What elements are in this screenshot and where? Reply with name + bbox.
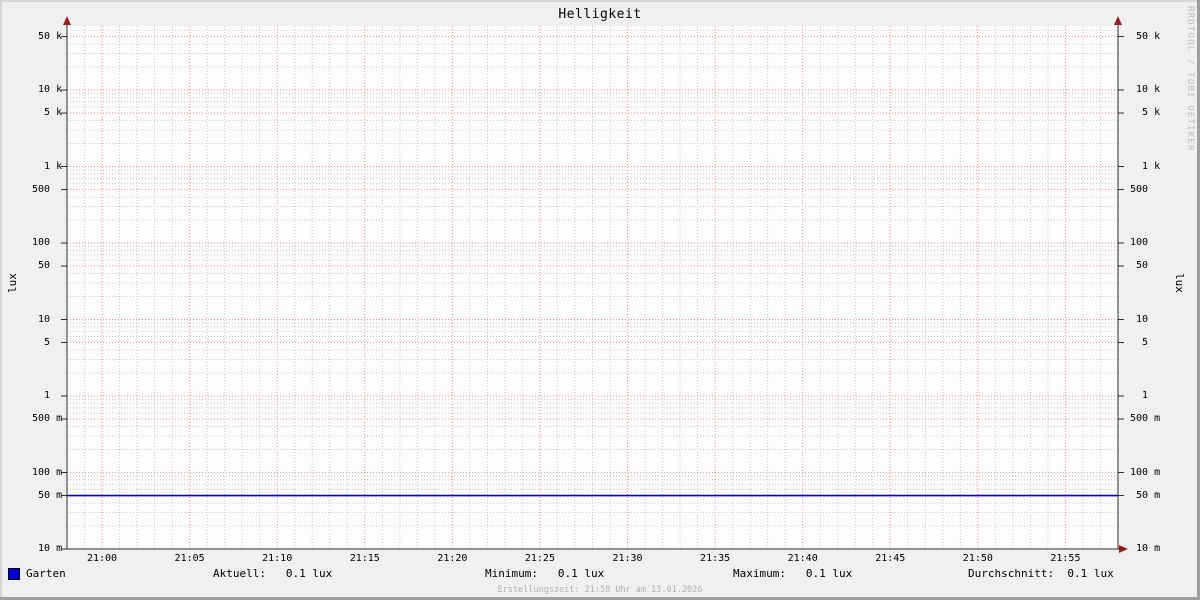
- bevel-top: [0, 0, 1200, 2]
- y-tick-label-left: 5: [32, 336, 63, 348]
- x-tick-label: 21:40: [787, 553, 818, 564]
- y-axis-label-right: lux: [1173, 273, 1186, 293]
- x-tick-label: 21:50: [962, 553, 993, 564]
- x-tick-label: 21:35: [700, 553, 731, 564]
- x-tick-label: 21:20: [437, 553, 468, 564]
- y-tick-label-right: 500: [1130, 183, 1161, 195]
- stat-minimum: Minimum: 0.1 lux: [485, 567, 605, 580]
- x-tick-label: 21:45: [875, 553, 906, 564]
- page-title: Helligkeit: [558, 7, 642, 22]
- y-tick-label-right: 10 m: [1130, 543, 1161, 554]
- y-tick-label-left: 100 m: [32, 466, 63, 478]
- legend: Garten Aktuell: 0.1 lux Minimum: 0.1 lux…: [0, 567, 1200, 582]
- x-tick-label: 21:55: [1050, 553, 1081, 564]
- y-tick-label-left: 1: [32, 390, 63, 401]
- y-tick-label-right: 5: [1130, 336, 1161, 348]
- y-tick-label-left: 50 k: [32, 30, 63, 42]
- y-tick-label-left: 500: [32, 183, 63, 195]
- y-tick-label-left: 10 m: [32, 543, 63, 554]
- stat-maximum: Maximum: 0.1 lux: [733, 567, 853, 580]
- y-tick-label-right: 10 k: [1130, 84, 1161, 95]
- x-tick-label: 21:30: [612, 553, 643, 564]
- y-tick-label-left: 500 m: [32, 413, 63, 425]
- x-tick-label: 21:05: [174, 553, 205, 564]
- rrdtool-watermark: RRDTOOL / TOBI OETIKER: [1185, 6, 1195, 152]
- y-tick-label-right: 50 m: [1130, 489, 1161, 501]
- creation-timestamp: Erstellungszeit: 21:58 Uhr am 13.01.2026: [497, 585, 703, 595]
- stat-aktuell: Aktuell: 0.1 lux: [213, 567, 333, 580]
- chart-canvas: [61, 16, 1128, 553]
- x-tick-label: 21:00: [86, 553, 118, 564]
- y-tick-label-right: 5 k: [1130, 107, 1161, 119]
- y-axis-label-left: lux: [6, 273, 19, 293]
- y-tick-label-left: 1 k: [32, 160, 63, 172]
- y-tick-label-right: 1 k: [1130, 160, 1161, 172]
- y-tick-label-right: 500 m: [1130, 413, 1161, 425]
- bevel-left: [0, 0, 2, 600]
- y-tick-label-right: 50: [1130, 260, 1161, 272]
- series-color-swatch: [8, 568, 20, 580]
- y-tick-label-right: 1: [1130, 390, 1161, 401]
- rrdtool-graph: 50 k 50 k 10 k 10 k 5 k 5 k 1 k 1 k 500 5…: [0, 0, 1200, 600]
- y-tick-label-right: 100 m: [1130, 466, 1161, 478]
- y-tick-label-right: 100: [1130, 237, 1161, 248]
- y-tick-label-left: 10: [32, 313, 63, 325]
- y-tick-label-left: 50 m: [32, 489, 63, 501]
- y-tick-label-left: 50: [32, 260, 63, 272]
- x-tick-label: 21:10: [262, 553, 293, 564]
- y-tick-label-right: 50 k: [1130, 30, 1161, 42]
- y-tick-label-left: 100: [32, 237, 63, 248]
- series-label: Garten: [26, 567, 66, 580]
- y-tick-label-left: 10 k: [32, 84, 63, 95]
- stat-durchschnitt: Durchschnitt: 0.1 lux: [968, 567, 1114, 580]
- x-tick-label: 21:15: [349, 553, 380, 564]
- x-tick-label: 21:25: [524, 553, 555, 564]
- y-tick-label-right: 10: [1130, 313, 1161, 325]
- y-tick-label-left: 5 k: [32, 107, 63, 119]
